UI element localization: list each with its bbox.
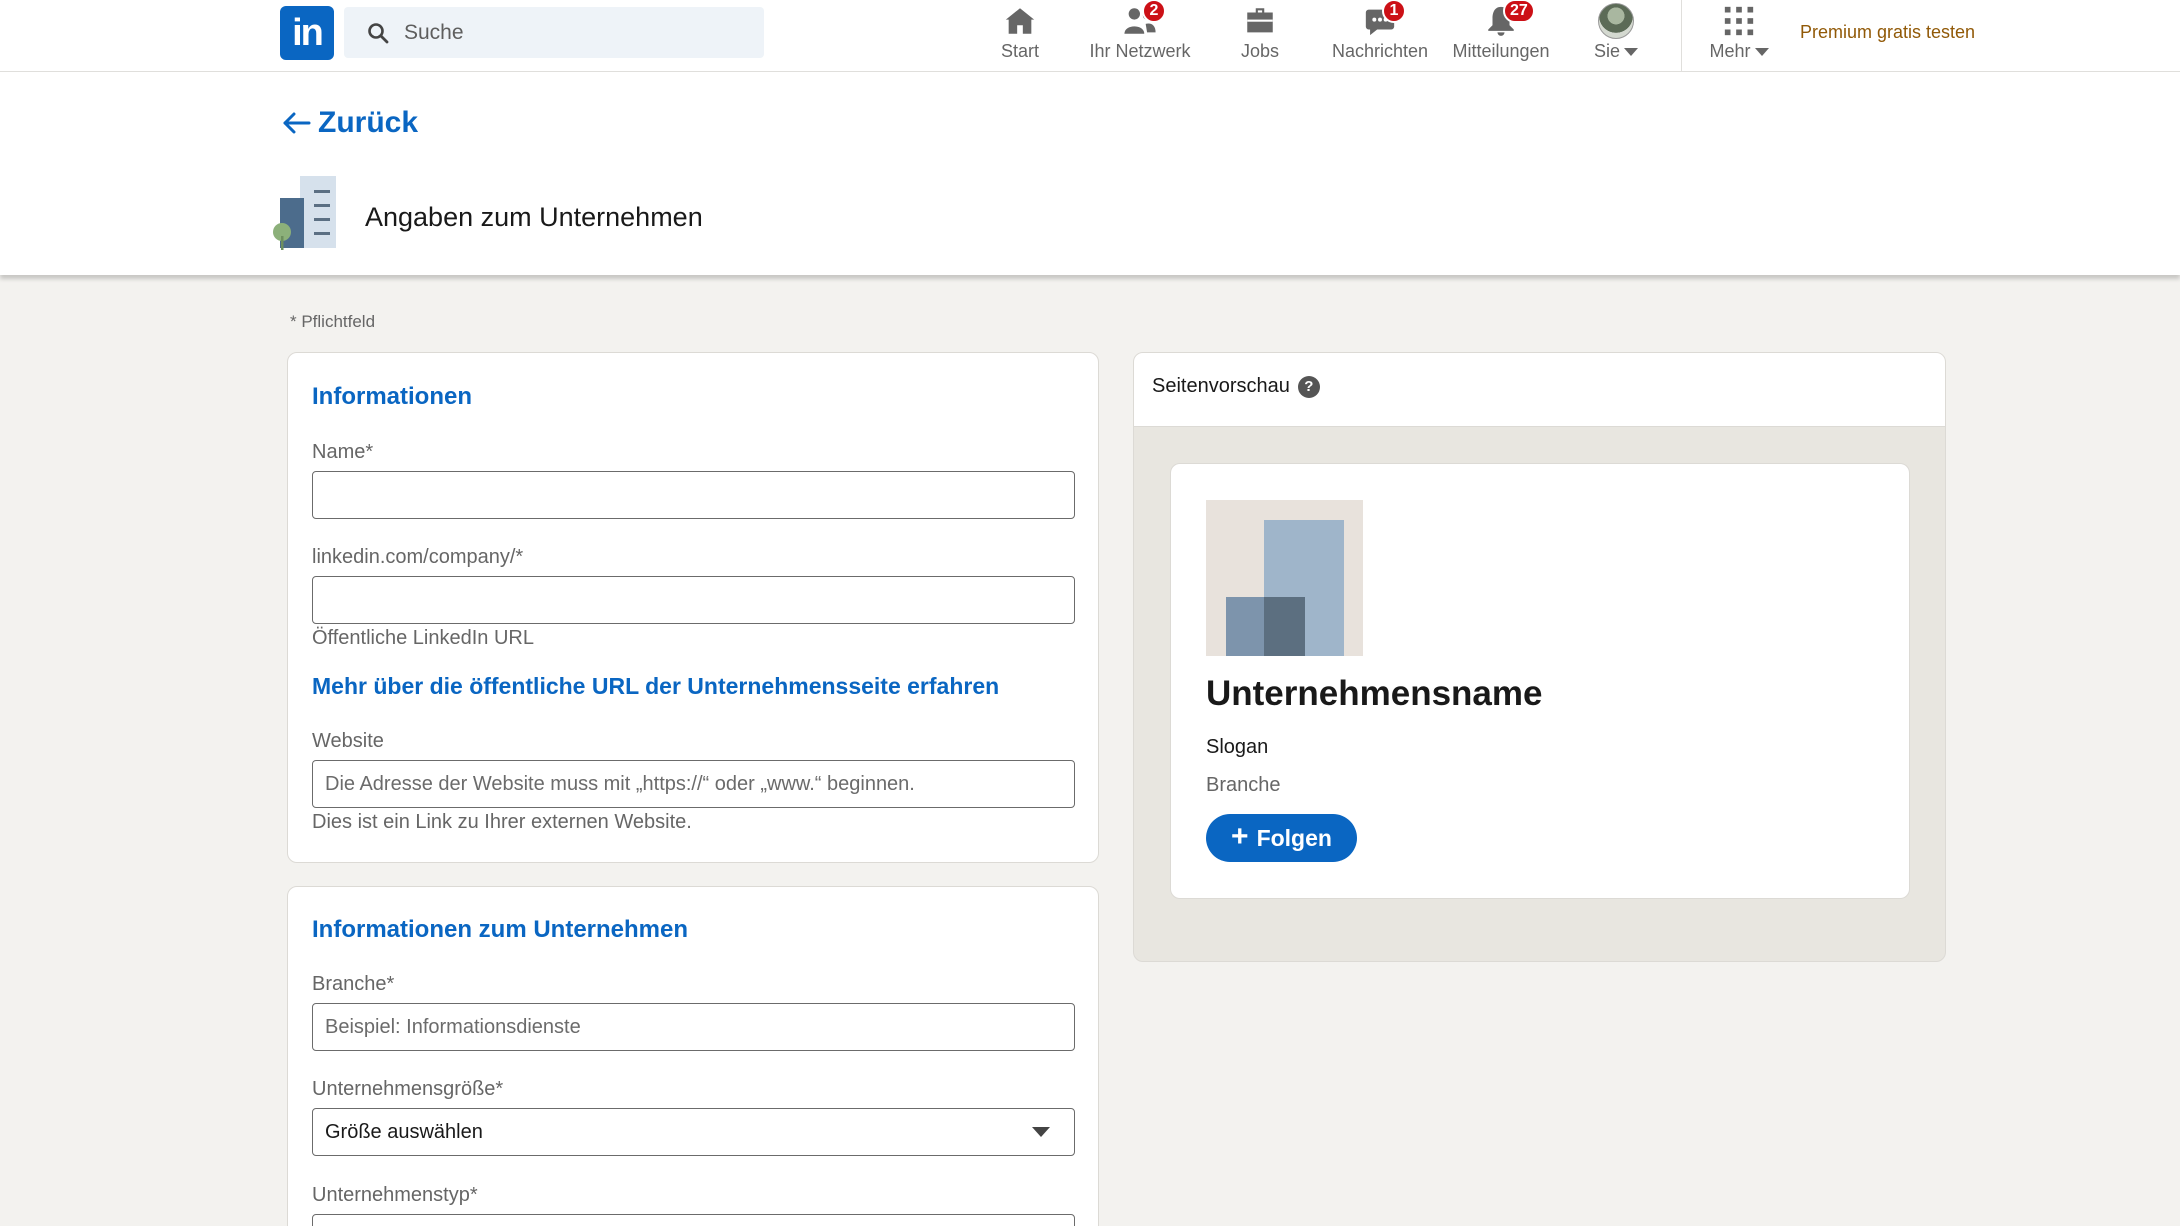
home-icon	[1002, 3, 1038, 39]
company-size-select[interactable]: Größe auswählen	[312, 1108, 1075, 1156]
page-header: Zurück Angaben zum Unternehmen	[0, 72, 2180, 275]
preview-title-row: Seitenvorschau ?	[1152, 375, 1320, 398]
company-url-field[interactable]	[312, 576, 1075, 624]
nav-messaging[interactable]: 1 Nachrichten	[1330, 0, 1430, 72]
company-type-label: Unternehmenstyp*	[312, 1184, 478, 1206]
required-field-note: * Pflichtfeld	[290, 312, 376, 331]
search-icon	[368, 22, 389, 43]
nav-messaging-label: Nachrichten	[1331, 41, 1429, 61]
nav-notifications[interactable]: 27 Mitteilungen	[1446, 0, 1556, 72]
nav-notifications-label: Mitteilungen	[1452, 41, 1550, 61]
preview-header: Seitenvorschau ?	[1134, 353, 1945, 427]
company-industry-preview: Branche	[1206, 774, 1281, 796]
industry-label: Branche*	[312, 973, 395, 995]
top-navigation: in Start 2 Ihr Netzwerk Jobs 1 Nachricht…	[0, 0, 2180, 72]
nav-network-label: Ihr Netzwerk	[1089, 41, 1191, 61]
company-information-title: Informationen zum Unternehmen	[312, 916, 689, 943]
nav-more-label-wrapper: Mehr	[1709, 41, 1769, 62]
company-url-label: linkedin.com/company/*	[312, 546, 524, 568]
page-title: Angaben zum Unternehmen	[365, 202, 703, 232]
linkedin-logo[interactable]: in	[280, 6, 334, 60]
company-information-card: Informationen zum Unternehmen Branche* U…	[287, 886, 1099, 1226]
plus-icon: +	[1231, 819, 1249, 853]
nav-me-label-wrapper: Sie	[1594, 41, 1638, 62]
information-title: Informationen	[312, 383, 472, 410]
briefcase-icon	[1242, 3, 1278, 39]
nav-divider	[1681, 0, 1682, 72]
back-label: Zurück	[318, 106, 419, 139]
industry-field[interactable]	[312, 1003, 1075, 1051]
nav-start[interactable]: Start	[995, 0, 1045, 72]
help-icon[interactable]: ?	[1297, 375, 1320, 398]
back-button[interactable]: Zurück	[280, 106, 418, 140]
nav-network[interactable]: 2 Ihr Netzwerk	[1085, 0, 1195, 72]
grid-icon	[1721, 3, 1757, 39]
company-slogan-preview: Slogan	[1206, 736, 1269, 758]
avatar[interactable]	[1598, 3, 1634, 39]
preview-title: Seitenvorschau	[1152, 375, 1290, 397]
chevron-down-icon	[1032, 1127, 1050, 1137]
nav-jobs-label: Jobs	[1240, 41, 1280, 61]
company-logo-placeholder	[1206, 500, 1363, 656]
chevron-down-icon	[1754, 47, 1769, 56]
arrow-left-icon	[283, 112, 311, 134]
information-card: Informationen Name* linkedin.com/company…	[287, 352, 1099, 863]
nav-jobs[interactable]: Jobs	[1235, 0, 1285, 72]
chevron-down-icon	[1624, 47, 1638, 56]
website-hint: Dies ist ein Link zu Ihrer externen Webs…	[312, 811, 692, 833]
company-size-value: Größe auswählen	[325, 1120, 483, 1143]
nav-more[interactable]: Mehr	[1706, 0, 1772, 72]
follow-label: Folgen	[1256, 824, 1332, 851]
company-size-label: Unternehmensgröße*	[312, 1078, 504, 1100]
search-input[interactable]	[404, 20, 744, 45]
network-icon: 2	[1122, 0, 1166, 39]
page-preview-panel: Seitenvorschau ? Unternehmensname Slogan…	[1133, 352, 1946, 962]
name-field[interactable]	[312, 471, 1075, 519]
messaging-badge: 1	[1382, 0, 1406, 23]
name-label: Name*	[312, 441, 374, 463]
preview-company-card: Unternehmensname Slogan Branche + Folgen	[1170, 463, 1910, 899]
nav-me-label: Sie	[1593, 41, 1620, 61]
messaging-icon: 1	[1362, 0, 1406, 39]
company-name-preview: Unternehmensname	[1206, 674, 1543, 713]
company-url-hint: Öffentliche LinkedIn URL	[312, 627, 534, 649]
nav-start-label: Start	[1000, 41, 1039, 61]
website-label: Website	[312, 730, 384, 752]
nav-more-label: Mehr	[1709, 41, 1751, 61]
nav-me[interactable]: Sie	[1590, 0, 1642, 72]
public-url-info-link[interactable]: Mehr über die öffentliche URL der Untern…	[312, 673, 999, 700]
avatar-wrapper	[1598, 3, 1634, 39]
bell-icon: 27	[1483, 0, 1535, 39]
search-bar[interactable]	[344, 7, 764, 58]
follow-button[interactable]: + Folgen	[1206, 814, 1357, 862]
network-badge: 2	[1142, 0, 1166, 23]
company-type-select[interactable]	[312, 1214, 1075, 1226]
website-field[interactable]	[312, 760, 1075, 808]
company-building-icon	[273, 176, 336, 250]
notifications-badge: 27	[1503, 0, 1535, 23]
premium-link[interactable]: Premium gratis testen	[1800, 22, 1975, 43]
